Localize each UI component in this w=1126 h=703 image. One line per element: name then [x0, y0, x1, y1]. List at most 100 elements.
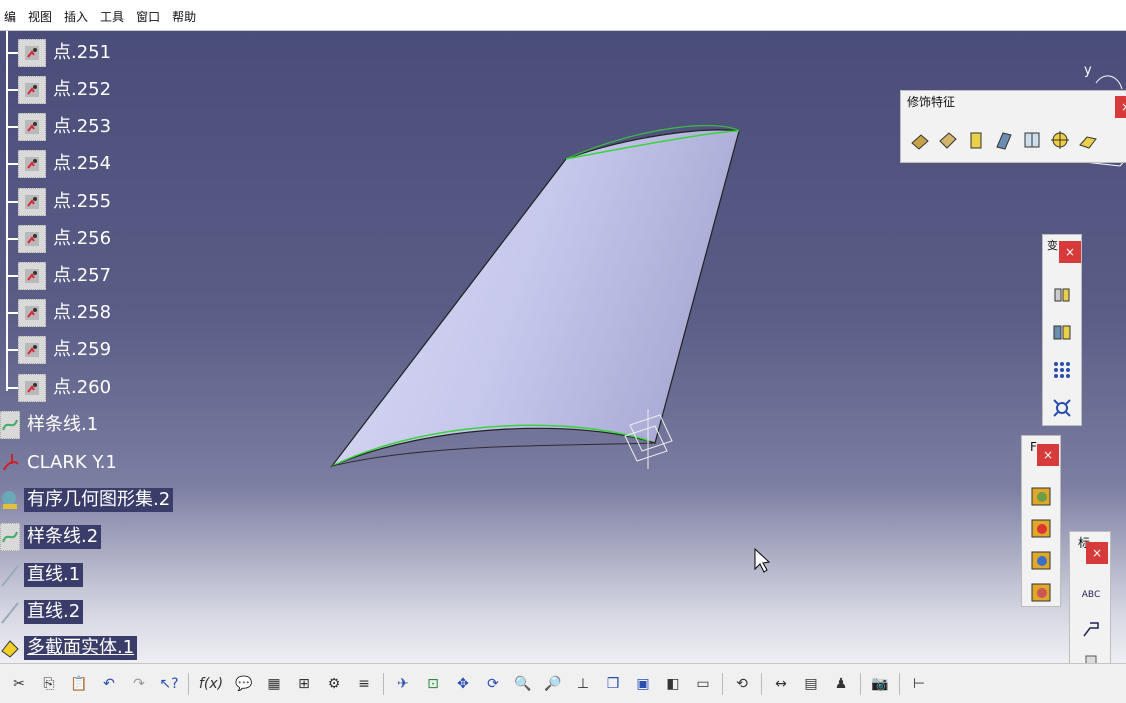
zoom-in-icon[interactable]: 🔍	[511, 672, 535, 696]
tree-node-spline-1[interactable]: 样条线.1	[0, 411, 101, 439]
fillet-icon[interactable]	[907, 127, 933, 153]
close-icon[interactable]: ×	[1059, 241, 1081, 263]
tree-node-label: CLARK Y.1	[27, 452, 117, 473]
line-icon	[0, 562, 20, 588]
fit-all-icon[interactable]: ⊡	[421, 672, 445, 696]
shading-icon[interactable]: ▣	[631, 672, 655, 696]
tree-node-point[interactable]: 点.258	[6, 299, 114, 327]
measure-item-icon[interactable]: ▤	[799, 672, 823, 696]
paste-icon[interactable]: 📋	[67, 672, 91, 696]
menu-window[interactable]: 窗口	[132, 9, 168, 29]
point-icon	[18, 113, 46, 141]
point-icon	[18, 336, 46, 364]
surface-toolbar[interactable]: F ×	[1021, 435, 1061, 607]
zoom-out-icon[interactable]: 🔎	[541, 672, 565, 696]
tree-node-point[interactable]: 点.256	[6, 225, 114, 253]
thread-icon[interactable]	[1047, 127, 1073, 153]
point-icon	[18, 299, 46, 327]
standard-toolbar: ✂ ⎘ 📋 ↶ ↷ ↖? f(x) 💬 ▦ ⊞ ⚙ ≡ ✈ ⊡ ✥ ⟳ 🔍 🔎 …	[0, 663, 1126, 703]
tree-node-label: 点.255	[53, 191, 112, 212]
thickness-icon[interactable]	[1019, 127, 1045, 153]
menu-help[interactable]: 帮助	[168, 9, 204, 29]
undo-icon[interactable]: ↶	[97, 672, 121, 696]
text-annotation-icon[interactable]: ABC	[1078, 582, 1104, 608]
normal-view-icon[interactable]: ⊥	[571, 672, 595, 696]
cut-icon[interactable]: ✂	[7, 672, 31, 696]
pattern-icon[interactable]	[1049, 357, 1075, 383]
decoration-toolbar[interactable]: 修饰特征 ×	[900, 90, 1126, 163]
tree-node-point[interactable]: 点.253	[6, 113, 114, 141]
tree-node-label: 样条线.2	[24, 525, 102, 549]
tree-icon[interactable]: ⊞	[292, 672, 316, 696]
tree-node-clark-y[interactable]: CLARK Y.1	[0, 450, 120, 476]
part-icon[interactable]: ⚙	[322, 672, 346, 696]
close-icon[interactable]: ×	[1086, 542, 1108, 564]
close-icon[interactable]: ×	[1115, 96, 1126, 118]
views-icon[interactable]: ❒	[601, 672, 625, 696]
hide-show-icon[interactable]: ◧	[661, 672, 685, 696]
tree-node-label: 直线.2	[24, 600, 84, 624]
point-icon	[18, 188, 46, 216]
tree-node-point[interactable]: 点.259	[6, 336, 114, 364]
menu-tools[interactable]: 工具	[96, 9, 132, 29]
measure-icon[interactable]: ↔	[769, 672, 793, 696]
table-icon[interactable]: ▦	[262, 672, 286, 696]
update-icon[interactable]: ⟲	[730, 672, 754, 696]
tree-node-point[interactable]: 点.251	[6, 39, 114, 67]
mass-icon[interactable]: ♟	[829, 672, 853, 696]
decoration-toolbar-title: 修饰特征	[907, 95, 956, 109]
tree-node-point[interactable]: 点.252	[6, 76, 114, 104]
tree-node-geometric-set[interactable]: 有序几何图形集.2	[0, 487, 174, 513]
menu-view[interactable]: 视图	[24, 9, 60, 29]
tree-node-multi-section-solid[interactable]: 多截面实体.1	[0, 635, 138, 661]
draft-icon[interactable]	[963, 127, 989, 153]
sketch-icon	[0, 450, 20, 476]
fly-mode-icon[interactable]: ✈	[391, 672, 415, 696]
whats-this-icon[interactable]: ↖?	[157, 672, 181, 696]
redo-icon[interactable]: ↷	[127, 672, 151, 696]
tree-node-point[interactable]: 点.260	[6, 374, 114, 402]
separator	[860, 672, 861, 695]
pan-icon[interactable]: ✥	[451, 672, 475, 696]
tree-node-point[interactable]: 点.257	[6, 262, 114, 290]
cursor-icon	[754, 547, 771, 573]
annotation-toolbar[interactable]: 标 × ABC	[1069, 531, 1111, 671]
menu-insert[interactable]: 插入	[60, 9, 96, 29]
3d-viewport[interactable]: y 点.251 点.252 点.253 点.254 点.255 点.256 点.…	[0, 31, 1126, 671]
transformation-toolbar[interactable]: 变 ×	[1042, 234, 1082, 426]
tree-node-label: 点.260	[53, 377, 112, 398]
rotate-icon[interactable]: ⟳	[481, 672, 505, 696]
sew-surface-icon[interactable]	[1028, 579, 1054, 605]
menu-edit[interactable]: 编	[0, 9, 24, 29]
decoration-toolbar-buttons	[907, 127, 1101, 153]
annotation-toolbar-buttons: ABC	[1078, 582, 1104, 676]
close-surface-icon[interactable]	[1028, 547, 1054, 573]
sketch-icon[interactable]: ≡	[352, 672, 376, 696]
tree-node-line-2[interactable]: 直线.2	[0, 599, 84, 625]
chamfer-icon[interactable]	[935, 127, 961, 153]
copy-icon[interactable]: ⎘	[37, 672, 61, 696]
tree-node-point[interactable]: 点.254	[6, 150, 114, 178]
thick-surface-icon[interactable]	[1028, 515, 1054, 541]
close-icon[interactable]: ×	[1037, 444, 1059, 466]
formula-icon[interactable]: f(x)	[196, 672, 226, 696]
scaling-icon[interactable]	[1049, 395, 1075, 421]
tree-node-line-1[interactable]: 直线.1	[0, 562, 84, 588]
tree-node-label: 多截面实体.1	[24, 636, 138, 660]
tree-node-spline-2[interactable]: 样条线.2	[0, 523, 102, 551]
remove-face-icon[interactable]	[1075, 127, 1101, 153]
comment-icon[interactable]: 💬	[232, 672, 256, 696]
flag-note-icon[interactable]	[1078, 616, 1104, 642]
multi-section-solid-icon	[0, 635, 20, 661]
separator	[761, 672, 762, 695]
split-icon[interactable]	[1028, 483, 1054, 509]
shell-icon[interactable]	[991, 127, 1017, 153]
axis-system-icon[interactable]: ⊢	[907, 672, 931, 696]
camera-icon[interactable]: 📷	[868, 672, 892, 696]
swap-icon[interactable]: ▭	[691, 672, 715, 696]
mirror-icon[interactable]	[1049, 319, 1075, 345]
translate-icon[interactable]	[1049, 281, 1075, 307]
tree-node-label: 点.251	[53, 42, 112, 63]
tree-node-point[interactable]: 点.255	[6, 188, 114, 216]
tree-node-label: 点.258	[53, 302, 112, 323]
